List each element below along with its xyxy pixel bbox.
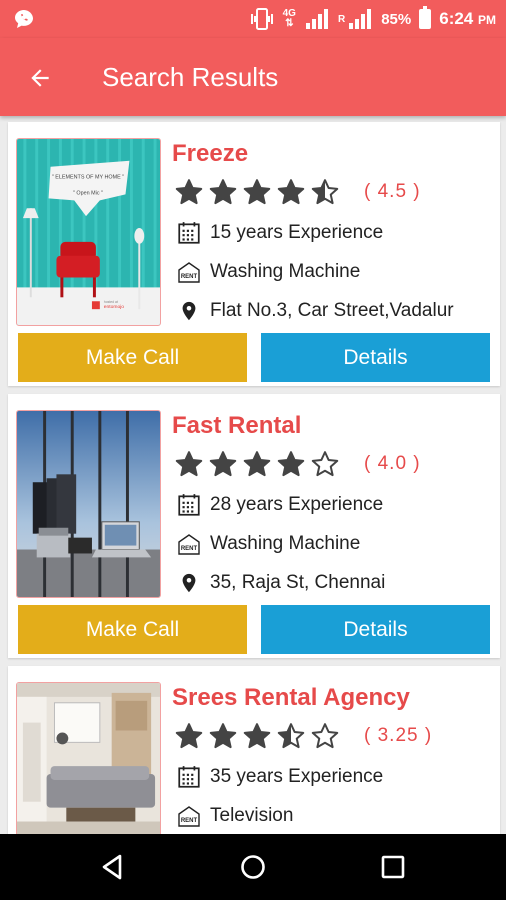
back-button[interactable] (22, 60, 58, 96)
star-icon (277, 179, 305, 205)
listing-name[interactable]: Freeze (172, 140, 248, 168)
experience-text: 28 years Experience (210, 494, 384, 515)
nav-back-icon[interactable] (98, 852, 128, 882)
details-button[interactable]: Details (261, 333, 490, 382)
star-icon (209, 179, 237, 205)
star-icon (209, 723, 237, 749)
experience-text: 15 years Experience (210, 222, 384, 243)
location-pin-icon (174, 568, 204, 598)
vibrate-icon (250, 8, 273, 30)
app-bar: Search Results (0, 38, 506, 116)
results-list[interactable]: " ELEMENTS OF MY HOME " " Open Mic " hos… (0, 116, 506, 834)
listing-image (16, 682, 161, 834)
star-icon (243, 179, 271, 205)
star-icon (175, 451, 203, 477)
page-title: Search Results (102, 62, 279, 92)
category-row: RENT Washing Machine (174, 529, 360, 559)
clock: 6:24 PM (439, 9, 496, 28)
image-banner-text: " ELEMENTS OF MY HOME " (52, 175, 124, 181)
calendar-icon (174, 490, 204, 520)
star-icon (243, 451, 271, 477)
star-icon (175, 723, 203, 749)
listing-card[interactable]: " ELEMENTS OF MY HOME " " Open Mic " hos… (8, 122, 500, 386)
category-text: Washing Machine (210, 261, 361, 282)
rating: ( 4.5 ) (174, 176, 421, 208)
address-row: 35, Raja St, Chennai (174, 568, 385, 598)
listing-name[interactable]: Srees Rental Agency (172, 684, 410, 712)
star-icon (277, 723, 305, 749)
nav-recents-icon[interactable] (378, 852, 408, 882)
rent-tag-icon: RENT (174, 529, 204, 559)
listing-name[interactable]: Fast Rental (172, 412, 301, 440)
calendar-icon (174, 762, 204, 792)
listing-image (16, 410, 161, 598)
image-subtitle-text: " Open Mic " (73, 190, 103, 196)
svg-text:RENT: RENT (181, 546, 198, 552)
make-call-button[interactable]: Make Call (18, 333, 247, 382)
signal-roaming-icon (349, 9, 372, 29)
category-row: RENT Washing Machine (174, 257, 360, 287)
details-button[interactable]: Details (261, 605, 490, 654)
roaming-indicator: R (337, 13, 346, 25)
make-call-button[interactable]: Make Call (18, 605, 247, 654)
battery-icon (419, 6, 432, 29)
image-caption-2: entomojo (104, 304, 124, 310)
experience-row: 15 years Experience (174, 218, 383, 248)
experience-row: 28 years Experience (174, 490, 383, 520)
experience-row: 35 years Experience (174, 762, 383, 792)
nav-home-icon[interactable] (238, 852, 268, 882)
chat-icon (15, 10, 33, 28)
battery-percent: 85% (381, 10, 412, 28)
listing-image: " ELEMENTS OF MY HOME " " Open Mic " hos… (16, 138, 161, 326)
svg-text:RENT: RENT (181, 274, 198, 280)
rent-tag-icon: RENT (174, 801, 204, 831)
address-text: 35, Raja St, Chennai (210, 572, 386, 593)
star-icon (311, 723, 339, 749)
address-text: Flat No.3, Car Street,Vadalur (210, 300, 454, 321)
rating-value: ( 3.25 ) (364, 725, 433, 746)
star-icon (175, 179, 203, 205)
rating: ( 4.0 ) (174, 448, 421, 480)
listing-card[interactable]: Fast Rental ( 4.0 ) 28 years Experience … (8, 394, 500, 658)
signal-icon (305, 9, 328, 29)
rent-tag-icon: RENT (174, 257, 204, 287)
calendar-icon (174, 218, 204, 248)
category-row: RENT Television (174, 801, 293, 831)
arrow-left-icon (31, 69, 49, 87)
star-icon (243, 723, 271, 749)
category-text: Washing Machine (210, 533, 361, 554)
system-nav-bar (0, 834, 506, 900)
rating-value: ( 4.5 ) (364, 181, 421, 202)
location-pin-icon (174, 296, 204, 326)
star-icon (209, 451, 237, 477)
rating-value: ( 4.0 ) (364, 453, 421, 474)
star-icon (311, 451, 339, 477)
network-indicator: 4G ⇅ (282, 8, 296, 29)
category-text: Television (210, 805, 294, 826)
star-icon (311, 179, 339, 205)
star-icon (277, 451, 305, 477)
rating: ( 3.25 ) (174, 720, 432, 752)
status-bar: 4G ⇅ R 85% 6:24 PM (0, 0, 506, 38)
svg-text:RENT: RENT (181, 818, 198, 824)
address-row: Flat No.3, Car Street,Vadalur (174, 296, 454, 326)
listing-card[interactable]: Srees Rental Agency ( 3.25 ) 35 years Ex… (8, 666, 500, 834)
experience-text: 35 years Experience (210, 766, 384, 787)
image-caption-1: hosted at (104, 300, 118, 304)
